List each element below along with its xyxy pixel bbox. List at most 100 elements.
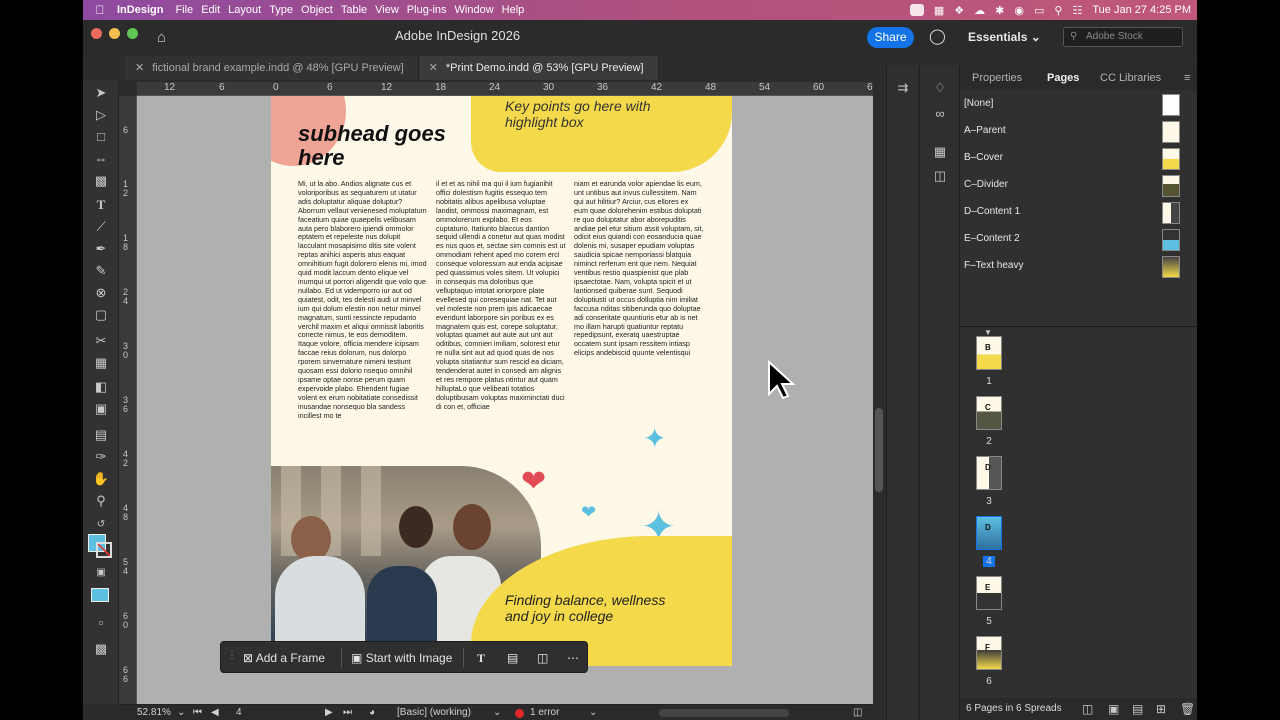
stroke-color-swatch[interactable] xyxy=(96,542,112,558)
callout-text-frame[interactable]: Finding balance, wellness and joy in col… xyxy=(505,592,685,624)
preflight-errors[interactable]: 1 error xyxy=(530,707,559,718)
scroll-thumb[interactable] xyxy=(875,408,883,492)
horizontal-ruler[interactable]: 12 6 0 6 12 18 24 30 36 42 48 54 60 6 xyxy=(137,82,873,96)
formatting-affects-container-icon[interactable]: ▣ xyxy=(91,564,111,582)
screen-mode-icon[interactable]: ▩ xyxy=(91,640,111,658)
master-item-e[interactable]: E–Content 2 xyxy=(964,227,1184,251)
place-content-icon[interactable]: ◫ xyxy=(531,647,554,669)
workspace-switcher[interactable]: Essentials ⌄ xyxy=(968,30,1041,44)
menu-layout[interactable]: Layout xyxy=(228,4,269,16)
normal-mode-icon[interactable]: ▫ xyxy=(91,614,111,632)
text-frame-icon[interactable]: T xyxy=(471,647,491,669)
export-icon[interactable]: ◫ xyxy=(930,168,950,184)
menu-object[interactable]: Object xyxy=(301,4,341,16)
menu-type[interactable]: Type xyxy=(269,4,301,16)
page-number-2[interactable]: 2 xyxy=(976,436,1002,447)
tab-print-demo[interactable]: ✕ *Print Demo.indd @ 53% [GPU Preview] xyxy=(418,56,659,80)
page-thumbnail-3[interactable]: D xyxy=(976,456,1002,490)
swap-fill-stroke-icon[interactable]: ↺ xyxy=(91,516,111,534)
layers-icon[interactable]: ♢ xyxy=(930,80,950,96)
eyedropper-tool-icon[interactable]: ✑ xyxy=(91,448,111,466)
master-item-none[interactable]: [None] xyxy=(964,92,1184,116)
blue-heart-icon[interactable]: ❤ xyxy=(581,502,596,523)
control-center-icon[interactable]: ☷ xyxy=(1072,4,1082,17)
links-icon[interactable]: ∞ xyxy=(930,106,950,121)
body-text-column-1[interactable]: Mi, ut la abo. Andios alignate cus et vo… xyxy=(298,179,428,420)
page-number-1[interactable]: 1 xyxy=(976,376,1002,387)
delete-page-icon[interactable]: 🗑 xyxy=(1180,698,1195,720)
clock[interactable]: Tue Jan 27 4:25 PM xyxy=(1092,4,1191,16)
chevron-down-icon[interactable]: ⌄ xyxy=(589,707,597,718)
next-page-icon[interactable]: ▶ xyxy=(325,707,333,718)
page-settings-icon[interactable]: ▤ xyxy=(1132,698,1143,720)
close-tab-icon[interactable]: ✕ xyxy=(429,62,438,74)
add-frame-button[interactable]: ⊠ Add a Frame xyxy=(237,647,331,669)
start-with-image-button[interactable]: ▣ Start with Image xyxy=(345,647,458,669)
tab-pages[interactable]: Pages xyxy=(1047,66,1079,90)
share-button[interactable]: Share xyxy=(867,27,914,48)
gradient-feather-tool-icon[interactable]: ▣ xyxy=(91,400,111,418)
document-page[interactable]: Key points go here with highlight box su… xyxy=(271,96,732,666)
master-item-a[interactable]: A–Parent xyxy=(964,119,1184,143)
adjust-layout-icon[interactable]: ⇉ xyxy=(893,80,913,96)
panel-divider[interactable] xyxy=(960,326,1197,327)
subhead-text-frame[interactable]: subhead goes here xyxy=(298,122,478,170)
grid-icon[interactable]: ▦ xyxy=(934,4,944,17)
line-tool-icon[interactable]: ⟋ xyxy=(91,218,111,236)
preflight-profile[interactable]: [Basic] (working) xyxy=(397,707,471,718)
zoom-tool-icon[interactable]: ⚲ xyxy=(91,492,111,510)
menu-window[interactable]: Window xyxy=(455,4,502,16)
dropbox-icon[interactable]: ❖ xyxy=(954,4,964,17)
spotlight-search-icon[interactable]: ⚲ xyxy=(1054,4,1062,17)
page-thumbnail-1[interactable]: B xyxy=(976,336,1002,370)
last-page-icon[interactable]: ⏭ xyxy=(343,707,352,718)
create-alternate-layout-icon[interactable]: ▣ xyxy=(1108,698,1119,720)
lightbulb-icon[interactable]: ◯ xyxy=(929,27,946,45)
master-item-d[interactable]: D–Content 1 xyxy=(964,200,1184,224)
sparkle-star-icon[interactable]: ✦ xyxy=(643,422,666,455)
pen-tool-icon[interactable]: ✒ xyxy=(91,240,111,258)
page-thumbnail-6[interactable]: F xyxy=(976,636,1002,670)
vertical-scrollbar[interactable] xyxy=(873,96,885,704)
page-number-5[interactable]: 5 xyxy=(976,616,1002,627)
apply-color-icon[interactable] xyxy=(91,588,109,602)
drag-handle-icon[interactable]: ⋮ xyxy=(227,650,237,661)
menu-help[interactable]: Help xyxy=(502,4,533,16)
zoom-window-button[interactable] xyxy=(127,28,138,39)
scissors-tool-icon[interactable]: ✂ xyxy=(91,332,111,350)
gap-tool-icon[interactable]: ⇔ xyxy=(91,150,111,168)
note-tool-icon[interactable]: ▤ xyxy=(91,426,111,444)
horizontal-scrollbar[interactable] xyxy=(659,709,789,717)
master-item-c[interactable]: C–Divider xyxy=(964,173,1184,197)
more-options-icon[interactable]: ⋯ xyxy=(561,647,585,669)
home-icon[interactable]: ⌂ xyxy=(157,29,166,46)
body-text-column-2[interactable]: il et et as nihil ma qui il ium fugianih… xyxy=(436,179,566,412)
page-thumbnail-5[interactable]: E xyxy=(976,576,1002,610)
screen-record-icon[interactable] xyxy=(909,4,924,16)
chevron-down-icon[interactable]: ⌄ xyxy=(493,707,501,718)
menu-file[interactable]: File xyxy=(175,4,201,16)
selection-tool-icon[interactable]: ➤ xyxy=(91,84,111,102)
document-icon[interactable]: ▤ xyxy=(501,647,524,669)
wifi-icon[interactable]: ◉ xyxy=(1014,4,1024,17)
page-number-6[interactable]: 6 xyxy=(976,676,1002,687)
previous-page-icon[interactable]: ◀ xyxy=(211,707,219,718)
pasteboard[interactable]: Key points go here with highlight box su… xyxy=(137,96,873,704)
red-heart-icon[interactable]: ❤ xyxy=(521,464,546,499)
adobe-stock-search-input[interactable]: ⚲ Adobe Stock xyxy=(1063,27,1183,47)
keypoints-text-frame[interactable]: Key points go here with highlight box xyxy=(505,98,685,130)
rectangle-tool-icon[interactable]: ▢ xyxy=(91,306,111,324)
menu-view[interactable]: View xyxy=(375,4,407,16)
panel-menu-icon[interactable]: ≡ xyxy=(1184,66,1190,90)
hand-tool-icon[interactable]: ✋ xyxy=(91,470,111,488)
ellipse-frame-tool-icon[interactable]: ⊗ xyxy=(91,284,111,302)
master-item-f[interactable]: F–Text heavy xyxy=(964,254,1184,278)
pencil-tool-icon[interactable]: ✎ xyxy=(91,262,111,280)
split-layout-icon[interactable]: ◫ xyxy=(853,707,862,718)
minimize-window-button[interactable] xyxy=(109,28,120,39)
page-number-field[interactable]: 4 xyxy=(236,707,242,718)
content-collector-icon[interactable]: ▩ xyxy=(91,172,111,190)
edit-page-size-icon[interactable]: ◫ xyxy=(1082,698,1093,720)
page-thumbnail-2[interactable]: C xyxy=(976,396,1002,430)
direct-selection-tool-icon[interactable]: ▷ xyxy=(91,106,111,124)
